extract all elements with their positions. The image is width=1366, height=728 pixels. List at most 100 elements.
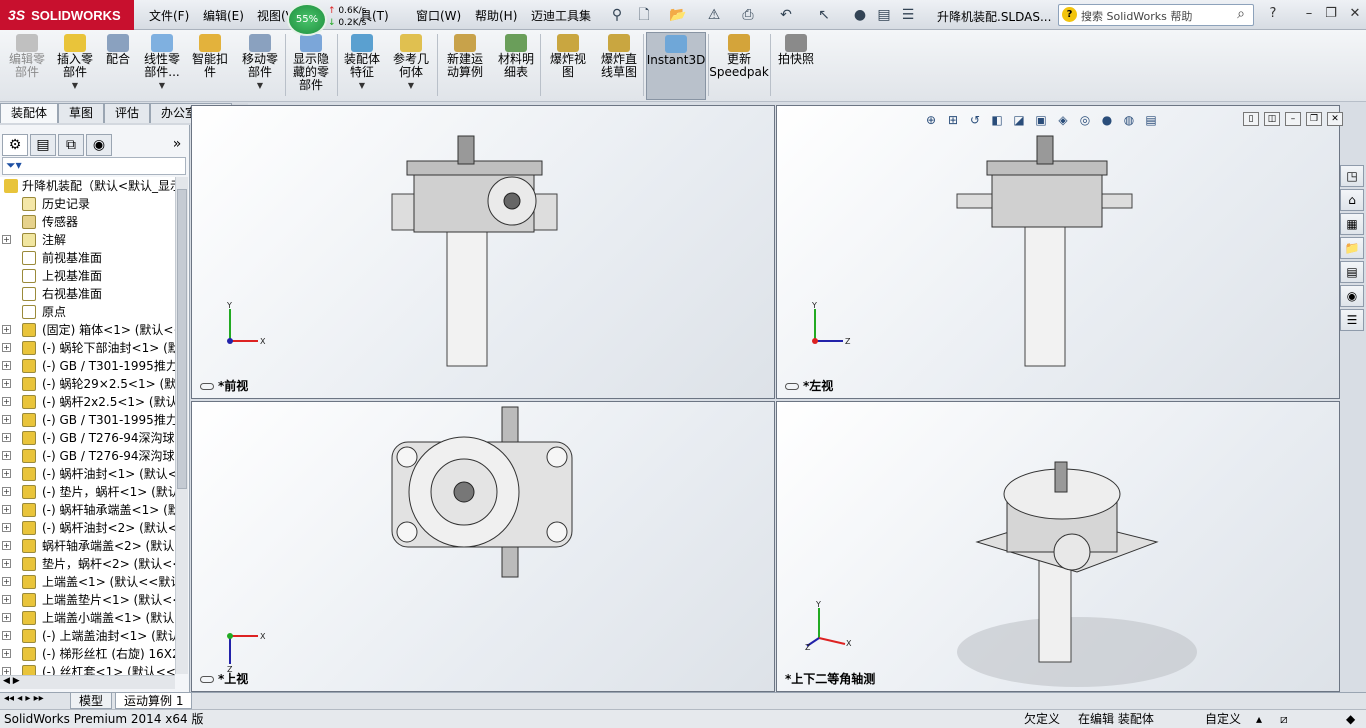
rebuild-icon[interactable]: ⚠ — [704, 5, 724, 25]
view-settings-icon[interactable]: ▤ — [1142, 113, 1160, 129]
view-palette-icon[interactable]: ▤ — [1340, 261, 1364, 283]
file-explorer-icon[interactable]: 📁 — [1340, 237, 1364, 259]
tree-item-component[interactable]: + 上端盖小端盖<1> (默认< — [0, 609, 175, 627]
cmd-button-show-hidden[interactable]: 显示隐 藏的零 部件 — [286, 32, 336, 100]
cmd-button-smart-fastener[interactable]: 智能扣 件 — [187, 32, 233, 100]
cmd-button-exploded-view[interactable]: 爆炸视 图 — [544, 32, 592, 100]
status-dropdown-icon[interactable]: ▴ — [1256, 710, 1262, 728]
tree-item-component[interactable]: + (-) 上端盖油封<1> (默认 — [0, 627, 175, 645]
cmd-button-assembly-feature[interactable]: 装配体 特征 ▼ — [338, 32, 386, 100]
status-toggle-icon[interactable]: ⧄ — [1280, 710, 1288, 728]
expand-icon[interactable]: + — [2, 505, 11, 514]
expand-icon[interactable]: + — [2, 397, 11, 406]
link-views-icon[interactable] — [200, 676, 214, 683]
tree-item-component[interactable]: + (-) 垫片，蜗杆<1> (默认 — [0, 483, 175, 501]
dropdown-arrow-icon[interactable]: ▼ — [408, 79, 414, 92]
tree-item-component[interactable]: + (-) GB / T276-94深沟球 — [0, 447, 175, 465]
options-icon[interactable]: ☰ — [898, 5, 918, 25]
expand-icon[interactable]: + — [2, 325, 11, 334]
solidworks-logo[interactable]: 3S SOLIDWORKS — [0, 0, 134, 30]
viewport-minimize-icon[interactable]: – — [1285, 112, 1301, 126]
menu-edit[interactable]: 编辑(E) — [203, 7, 244, 24]
tree-filter[interactable]: ⏷▾ — [2, 157, 186, 175]
help-icon[interactable]: ? — [1262, 6, 1284, 24]
tree-item-component[interactable]: + (-) 蜗轮29×2.5<1> (默认 — [0, 375, 175, 393]
expand-icon[interactable]: + — [2, 433, 11, 442]
home-icon[interactable]: ⌂ — [1340, 189, 1364, 211]
tree-item[interactable]: 右视基准面 — [0, 285, 175, 303]
scroll-thumb[interactable] — [177, 189, 187, 489]
menu-file[interactable]: 文件(F) — [149, 7, 189, 24]
edit-appearance-icon[interactable]: ● — [1098, 113, 1116, 129]
units-custom[interactable]: 自定义 — [1205, 710, 1241, 728]
tree-item-component[interactable]: + (-) GB / T301-1995推力 — [0, 357, 175, 375]
viewport-top[interactable]: X Z *上视 — [191, 401, 775, 692]
tree-item[interactable]: 上视基准面 — [0, 267, 175, 285]
tree-item-component[interactable]: + 垫片，蜗杆<2> (默认<< — [0, 555, 175, 573]
help-search-input[interactable]: ? 搜索 SolidWorks 帮助 ⌕ — [1058, 4, 1254, 26]
cmd-button-mate[interactable]: 配合 — [100, 32, 136, 100]
display-style-icon[interactable]: ◈ — [1054, 113, 1072, 129]
expand-icon[interactable]: + — [2, 343, 11, 352]
cmd-button-bom[interactable]: 材料明 细表 — [492, 32, 540, 100]
section-view-icon[interactable]: ◧ — [988, 113, 1006, 129]
menu-window[interactable]: 窗口(W) — [416, 7, 461, 24]
dropdown-arrow-icon[interactable]: ▼ — [257, 79, 263, 92]
tree-item-component[interactable]: + (-) GB / T276-94深沟球 — [0, 429, 175, 447]
tree-vertical-scrollbar[interactable] — [175, 177, 188, 674]
cmd-button-snapshot[interactable]: 拍快照 — [774, 32, 818, 100]
print-icon[interactable]: ⎙ — [738, 5, 758, 25]
hide-show-items-icon[interactable]: ◎ — [1076, 113, 1094, 129]
tree-horizontal-scrollbar[interactable]: ◀ ▶ — [0, 675, 175, 689]
filter-icon[interactable]: ⏷▾ — [6, 158, 22, 172]
undo-icon[interactable]: ↶ — [776, 5, 796, 25]
zoom-to-area-icon[interactable]: ⊞ — [944, 113, 962, 129]
expand-icon[interactable]: + — [2, 631, 11, 640]
expand-icon[interactable]: + — [2, 235, 11, 244]
configuration-manager-tab-icon[interactable]: ⧉ — [58, 134, 84, 156]
pin-icon[interactable]: ⚲ — [607, 5, 627, 25]
link-views-icon[interactable] — [785, 383, 799, 390]
apply-scene-icon[interactable]: ◍ — [1120, 113, 1138, 129]
tree-item-component[interactable]: + (-) 蜗杆油封<1> (默认< — [0, 465, 175, 483]
tree-item-component[interactable]: + (-) GB / T301-1995推力 — [0, 411, 175, 429]
expand-icon[interactable]: + — [2, 523, 11, 532]
viewport-left[interactable]: Y Z *左视 — [776, 105, 1340, 399]
tree-item[interactable]: 原点 — [0, 303, 175, 321]
expand-icon[interactable]: + — [2, 541, 11, 550]
file-properties-icon[interactable]: ▤ — [874, 5, 894, 25]
single-view-icon[interactable]: ▯ — [1243, 112, 1259, 126]
tooltip-icon[interactable]: ◆ — [1346, 710, 1355, 728]
viewport-close-icon[interactable]: ✕ — [1327, 112, 1343, 126]
search-icon[interactable]: ⌕ — [1237, 6, 1245, 22]
appearances-icon[interactable]: ◉ — [1340, 285, 1364, 307]
tree-item[interactable]: + 注解 — [0, 231, 175, 249]
custom-properties-icon[interactable]: ☰ — [1340, 309, 1364, 331]
dropdown-arrow-icon[interactable]: ▼ — [159, 79, 165, 92]
cmd-button-speedpak[interactable]: 更新 Speedpak — [709, 32, 769, 100]
solidworks-resources-icon[interactable]: ◳ — [1340, 165, 1364, 187]
expand-icon[interactable]: + — [2, 379, 11, 388]
viewport-front[interactable]: Y X *前视 — [191, 105, 775, 399]
tree-item-component[interactable]: + (-) 蜗轮下部油封<1> (默 — [0, 339, 175, 357]
cmd-button-explode-line-sketch[interactable]: 爆炸直 线草图 — [594, 32, 644, 100]
tree-item-component[interactable]: + 蜗杆轴承端盖<2> (默认 — [0, 537, 175, 555]
viewport-restore-icon[interactable]: ❐ — [1306, 112, 1322, 126]
feature-manager-tab-icon[interactable]: ⚙ — [2, 134, 28, 156]
design-library-icon[interactable]: ▦ — [1340, 213, 1364, 235]
two-view-icon[interactable]: ◫ — [1264, 112, 1280, 126]
cmd-button-move-component[interactable]: 移动零 部件 ▼ — [236, 32, 284, 100]
tab-motion-study[interactable]: 运动算例 1 — [115, 693, 193, 709]
zoom-to-fit-icon[interactable]: ⊕ — [922, 113, 940, 129]
minimize-icon[interactable]: – — [1298, 6, 1320, 24]
tree-item-component[interactable]: + (-) 梯形丝杠 (右旋) 16X2 — [0, 645, 175, 663]
link-views-icon[interactable] — [200, 383, 214, 390]
display-manager-tab-icon[interactable]: ◉ — [86, 134, 112, 156]
tree-item[interactable]: 传感器 — [0, 213, 175, 231]
expand-icon[interactable]: + — [2, 451, 11, 460]
select-icon[interactable]: ↖ — [814, 5, 834, 25]
tree-item-component[interactable]: + (-) 蜗杆2x2.5<1> (默认< — [0, 393, 175, 411]
tree-item-component[interactable]: + (固定) 箱体<1> (默认<< — [0, 321, 175, 339]
new-document-icon[interactable]: 🗋 — [634, 5, 654, 25]
previous-view-icon[interactable]: ↺ — [966, 113, 984, 129]
